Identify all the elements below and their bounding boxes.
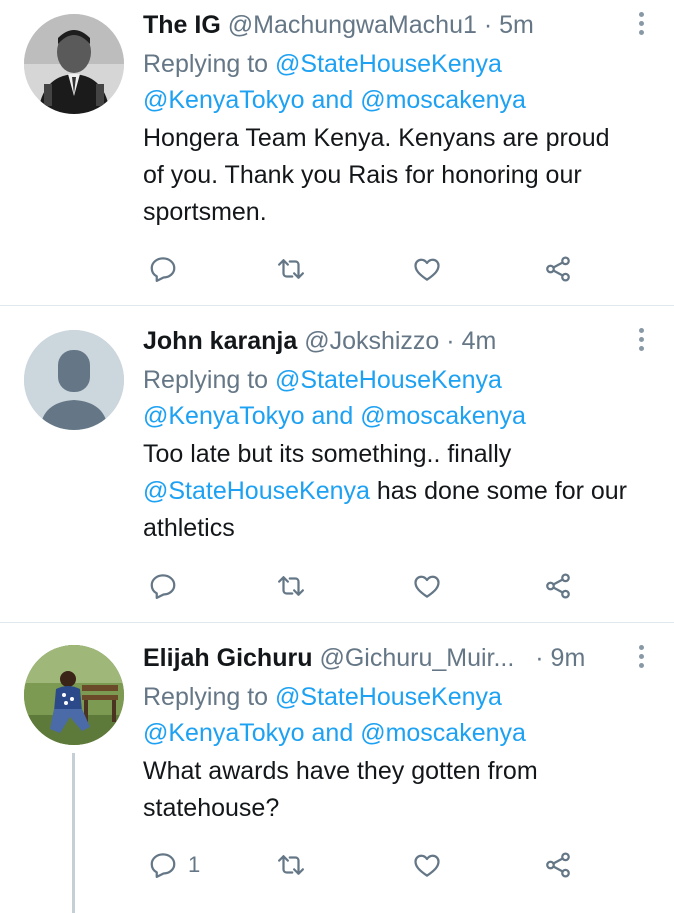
timestamp[interactable]: 4m — [462, 327, 497, 355]
avatar[interactable] — [24, 14, 124, 114]
like-button[interactable] — [412, 251, 442, 287]
reply-icon — [150, 257, 176, 282]
mention-link[interactable]: @StateHouseKenya — [275, 366, 502, 394]
reply-button[interactable] — [148, 568, 188, 604]
avatar[interactable] — [24, 645, 124, 745]
mention-link[interactable]: @moscakenya — [360, 402, 526, 430]
mention-link[interactable]: @KenyaTokyo — [143, 402, 305, 430]
default-avatar-icon — [24, 330, 124, 430]
tweet-header: Elijah Gichuru @Gichuru_Muir... · 9m — [143, 641, 634, 675]
mention-link[interactable]: @moscakenya — [360, 719, 526, 747]
tweet-actions: 1 — [148, 847, 588, 883]
tweet[interactable]: The IG @MachungwaMachu1 · 5m Replying to… — [0, 0, 674, 305]
replying-to: Replying to @StateHouseKenya @KenyaTokyo… — [143, 46, 634, 118]
avatar-photo — [24, 645, 124, 745]
separator-dot: · — [476, 11, 500, 39]
replying-and: and — [304, 86, 361, 114]
separator-dot: · — [439, 327, 462, 355]
display-name[interactable]: The IG — [143, 11, 221, 39]
share-icon — [546, 573, 570, 599]
tweet-header: The IG @MachungwaMachu1 · 5m — [143, 8, 634, 42]
user-handle[interactable]: @Gichuru_Muir... — [319, 644, 514, 672]
mention-link[interactable]: @StateHouseKenya — [275, 50, 502, 78]
heart-icon — [414, 575, 440, 598]
thread-connector — [72, 753, 75, 913]
retweet-icon — [278, 259, 304, 279]
display-name[interactable]: Elijah Gichuru — [143, 644, 312, 672]
replying-to-label: Replying to — [143, 50, 276, 78]
heart-icon — [414, 854, 440, 877]
retweet-button[interactable] — [276, 251, 306, 287]
share-icon — [546, 852, 570, 878]
replying-to: Replying to @StateHouseKenya @KenyaTokyo… — [143, 362, 634, 434]
mention-link[interactable]: @StateHouseKenya — [275, 683, 502, 711]
user-handle[interactable]: @MachungwaMachu1 — [228, 11, 477, 39]
reply-icon — [150, 574, 176, 599]
replying-and: and — [304, 402, 361, 430]
share-icon — [546, 256, 570, 282]
more-vertical-icon[interactable] — [636, 328, 646, 355]
like-button[interactable] — [412, 568, 442, 604]
replying-to: Replying to @StateHouseKenya @KenyaTokyo… — [143, 679, 634, 751]
share-button[interactable] — [543, 568, 573, 604]
share-button[interactable] — [543, 847, 573, 883]
retweet-icon — [278, 576, 304, 596]
retweet-button[interactable] — [276, 568, 306, 604]
replying-and: and — [304, 719, 361, 747]
display-name[interactable]: John karanja — [143, 327, 297, 355]
like-button[interactable] — [412, 847, 442, 883]
reply-count: 1 — [188, 852, 201, 877]
mention-link[interactable]: @moscakenya — [360, 86, 526, 114]
avatar-photo — [24, 14, 124, 114]
separator-dot: · — [528, 644, 551, 672]
share-button[interactable] — [543, 251, 573, 287]
replying-to-label: Replying to — [143, 683, 276, 711]
timestamp[interactable]: 5m — [499, 11, 534, 39]
tweet-actions — [148, 251, 588, 287]
mention-link[interactable]: @KenyaTokyo — [143, 719, 305, 747]
timestamp[interactable]: 9m — [551, 644, 586, 672]
mention-link[interactable]: @StateHouseKenya — [143, 477, 370, 505]
more-vertical-icon[interactable] — [636, 12, 646, 39]
reply-button[interactable]: 1 — [148, 847, 200, 883]
tweet-text-part: Too late but its something.. finally — [143, 440, 512, 468]
retweet-icon — [278, 855, 304, 875]
tweet[interactable]: John karanja @Jokshizzo · 4m Replying to… — [0, 306, 674, 622]
tweet-text: What awards have they gotten from stateh… — [143, 757, 538, 822]
mention-link[interactable]: @KenyaTokyo — [143, 86, 305, 114]
heart-icon — [414, 258, 440, 281]
tweet-text: Too late but its something.. finally @St… — [143, 436, 634, 547]
tweet-text: Hongera Team Kenya. Kenyans are proud of… — [143, 124, 610, 226]
avatar[interactable] — [24, 330, 124, 430]
replying-to-label: Replying to — [143, 366, 276, 394]
tweet[interactable]: Elijah Gichuru @Gichuru_Muir... · 9m Rep… — [0, 623, 674, 913]
user-handle[interactable]: @Jokshizzo — [304, 327, 439, 355]
more-vertical-icon[interactable] — [636, 645, 646, 672]
reply-icon — [150, 853, 176, 878]
reply-button[interactable] — [148, 251, 188, 287]
tweet-header: John karanja @Jokshizzo · 4m — [143, 324, 634, 358]
tweet-actions — [148, 568, 588, 604]
retweet-button[interactable] — [276, 847, 306, 883]
